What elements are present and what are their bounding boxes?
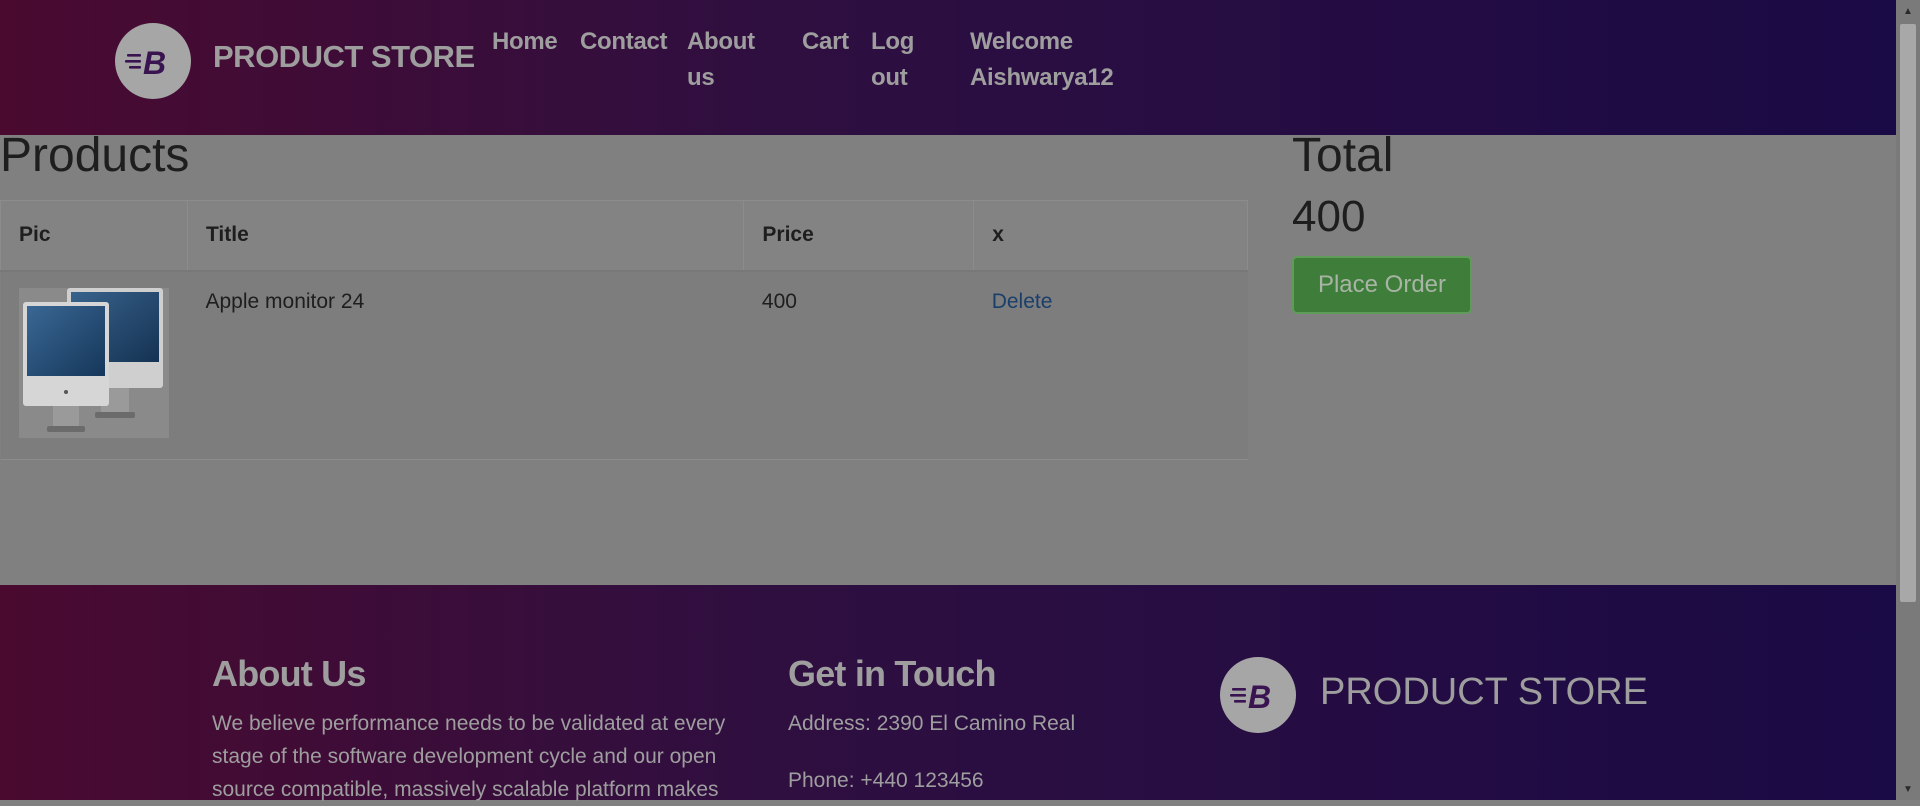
cart-table: Pic Title Price x Apple monitor 24 400 D… [0,200,1248,460]
table-row: Apple monitor 24 400 Delete [0,270,1248,460]
product-action-cell: Delete [973,270,1248,460]
total-heading: Total [1292,129,1394,182]
nav-contact-link[interactable]: Contact [580,24,668,60]
navbar: B PRODUCT STORE Home Contact About us Ca… [0,0,1896,135]
nav-about-link[interactable]: About us [687,24,755,96]
nav-welcome-user[interactable]: Welcome Aishwarya12 [970,24,1114,96]
page-scrollbar[interactable]: ▲ ▼ [1896,0,1920,800]
footer-about-line1: We believe performance needs to be valid… [212,712,726,735]
product-image [18,287,169,438]
svg-text:B: B [143,45,166,79]
footer: About Us We believe performance needs to… [0,585,1896,801]
brand-logo-icon[interactable]: B [115,23,191,99]
nav-cart-link[interactable]: Cart [802,24,849,60]
footer-about-line3: source compatible, massively scalable pl… [212,778,719,801]
nav-logout-link[interactable]: Log out [871,24,914,96]
footer-address: Address: 2390 El Camino Real [788,712,1076,735]
products-heading: Products [0,129,190,182]
nav-about-line2: us [687,64,715,91]
scroll-down-arrow-icon[interactable]: ▼ [1896,778,1920,800]
nav-welcome-line2: Aishwarya12 [970,64,1114,91]
delete-link[interactable]: Delete [992,290,1053,313]
scroll-thumb[interactable] [1900,24,1916,602]
nav-home-link[interactable]: Home [492,24,558,60]
nav-about-line1: About [687,28,755,55]
scroll-up-arrow-icon[interactable]: ▲ [1896,0,1920,22]
place-order-button[interactable]: Place Order [1292,256,1472,314]
footer-contact-heading: Get in Touch [788,653,997,694]
footer-phone: Phone: +440 123456 [788,769,984,792]
footer-brand-logo-icon: B [1220,657,1296,733]
column-header-price: Price [743,200,975,272]
product-price-cell: 400 [743,270,974,460]
total-value: 400 [1292,192,1366,241]
column-header-pic: Pic [0,200,188,272]
footer-about-line2: stage of the software development cycle … [212,745,717,768]
svg-text:B: B [1248,679,1271,713]
product-pic-cell [0,270,188,460]
product-title-cell: Apple monitor 24 [187,270,744,460]
nav-logout-line1: Log [871,28,915,55]
footer-brand-name: PRODUCT STORE [1320,671,1648,713]
column-header-x: x [973,200,1248,272]
cart-table-header-row: Pic Title Price x [0,200,1248,272]
column-header-title: Title [186,200,745,272]
brand-name[interactable]: PRODUCT STORE [213,39,475,75]
nav-welcome-line1: Welcome [970,28,1073,55]
footer-about-heading: About Us [212,653,366,694]
footer-about-text: We believe performance needs to be valid… [212,707,725,806]
nav-logout-line2: out [871,64,908,91]
